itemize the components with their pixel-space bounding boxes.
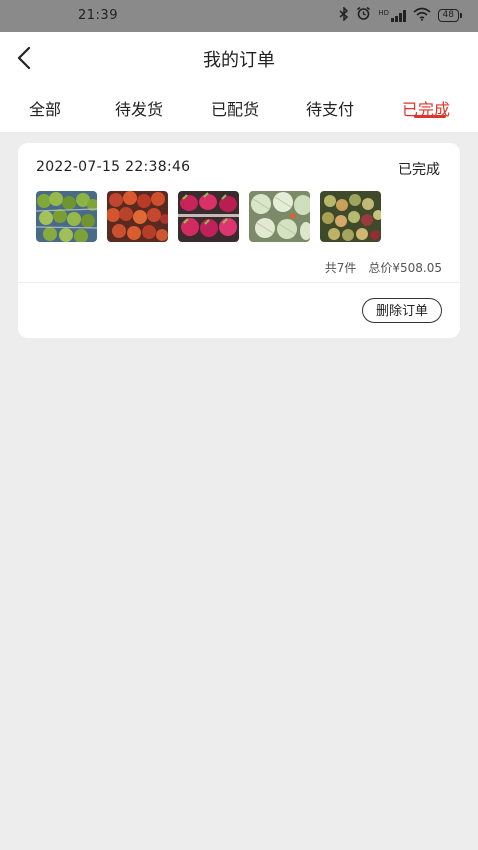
alarm-icon bbox=[356, 6, 371, 25]
status-time: 21:39 bbox=[78, 8, 118, 23]
order-card[interactable]: 2022-07-15 22:38:46 已完成 共7件 总价¥508.05 删除… bbox=[18, 143, 460, 338]
nav-bar: 我的订单 bbox=[0, 32, 478, 84]
status-bar: 21:39 HD 48 bbox=[0, 0, 478, 32]
signal-icon: HD bbox=[378, 8, 406, 22]
bluetooth-icon bbox=[339, 5, 349, 25]
delete-order-button[interactable]: 删除订单 bbox=[361, 298, 442, 323]
tab-pending-shipment[interactable]: 待发货 bbox=[115, 96, 163, 120]
product-thumbnail-mixed-fruit[interactable] bbox=[320, 191, 381, 242]
battery-icon: 48 bbox=[437, 9, 462, 22]
tab-allocated[interactable]: 已配货 bbox=[211, 96, 259, 120]
wifi-icon bbox=[413, 7, 431, 25]
product-thumbnail-lychee[interactable] bbox=[107, 191, 168, 242]
tab-all[interactable]: 全部 bbox=[29, 96, 61, 120]
product-thumbnails bbox=[36, 191, 381, 242]
product-thumbnail-green-fruit[interactable] bbox=[36, 191, 97, 242]
tab-pending-payment[interactable]: 待支付 bbox=[306, 96, 354, 120]
status-icons: HD 48 bbox=[339, 5, 462, 25]
active-tab-indicator bbox=[414, 115, 446, 118]
order-total: 总价¥508.05 bbox=[368, 261, 442, 275]
product-thumbnail-melon[interactable] bbox=[249, 191, 310, 242]
network-type-label: HD bbox=[378, 8, 390, 17]
card-divider bbox=[18, 282, 460, 283]
page-title: 我的订单 bbox=[203, 50, 275, 71]
order-tabs: 全部 待发货 已配货 待支付 已完成 bbox=[0, 84, 478, 132]
item-count: 共7件 bbox=[324, 261, 357, 275]
order-time: 2022-07-15 22:38:46 bbox=[36, 159, 191, 175]
order-status: 已完成 bbox=[398, 162, 440, 178]
order-summary: 共7件 总价¥508.05 bbox=[325, 259, 442, 276]
product-thumbnail-dragon-fruit[interactable] bbox=[178, 191, 239, 242]
battery-level: 48 bbox=[437, 9, 459, 22]
